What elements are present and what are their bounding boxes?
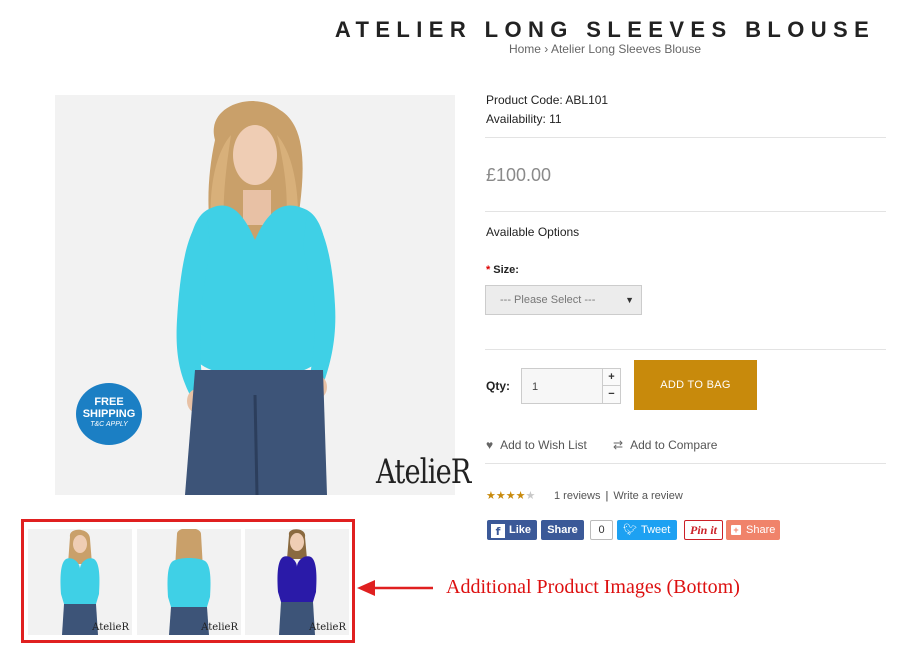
tweet-button[interactable]: 🐦︎ Tweet <box>617 520 677 540</box>
facebook-icon: f <box>491 524 505 538</box>
reviews-line: 1 reviews | Write a review <box>554 490 683 502</box>
size-label: * Size: <box>486 264 519 276</box>
thumbnail-3[interactable]: AtelieR <box>245 529 349 635</box>
reviews-separator: | <box>605 490 609 502</box>
thumbnail-brand: AtelieR <box>92 622 129 633</box>
star-icon: ★ <box>495 490 506 502</box>
thumbnail-brand: AtelieR <box>201 622 238 633</box>
facebook-share-count: 0 <box>590 520 613 540</box>
size-select-value: --- Please Select --- <box>500 294 596 306</box>
facebook-share-button[interactable]: Share <box>541 520 584 540</box>
divider <box>485 349 886 350</box>
thumbnail-1[interactable]: AtelieR <box>28 529 132 635</box>
size-label-text: Size: <box>493 264 519 276</box>
facebook-like-label: Like <box>509 524 532 536</box>
rating-stars: ★★★★★ <box>486 489 535 502</box>
product-price: £100.00 <box>486 165 552 185</box>
heart-icon: ♥ <box>486 438 494 452</box>
badge-line-2: SHIPPING <box>82 408 136 420</box>
divider <box>485 463 886 464</box>
tweet-label: Tweet <box>640 524 671 536</box>
page-title: ATELIER LONG SLEEVES BLOUSE <box>334 17 876 42</box>
required-marker: * <box>486 264 491 276</box>
add-to-bag-button[interactable]: ADD TO BAG <box>634 360 757 410</box>
qty-increment-button[interactable]: + <box>602 369 620 386</box>
add-to-compare-link[interactable]: ⇄ Add to Compare <box>613 438 717 452</box>
star-empty-icon: ★ <box>525 490 536 502</box>
thumbnail-shirt <box>167 558 211 607</box>
google-plus-icon: + <box>731 525 741 535</box>
badge-line-3: T&C APPLY <box>90 421 128 428</box>
brand-logo: AtelieR <box>376 452 471 492</box>
availability: Availability: 11 <box>486 112 562 126</box>
facebook-like-button[interactable]: f Like <box>487 520 537 540</box>
thumbnail-brand: AtelieR <box>309 622 346 633</box>
breadcrumb-separator: › <box>544 42 549 56</box>
annotation-arrow-icon <box>357 580 433 596</box>
breadcrumb: Home › Atelier Long Sleeves Blouse <box>300 42 910 56</box>
twitter-icon: 🐦︎ <box>623 524 637 536</box>
free-shipping-badge: FREE SHIPPING T&C APPLY <box>76 383 142 445</box>
google-plus-share-button[interactable]: + Share <box>726 520 780 540</box>
exchange-icon: ⇄ <box>613 438 624 452</box>
badge-line-1: FREE <box>94 396 124 408</box>
chevron-down-icon: ▼ <box>625 295 634 305</box>
thumbnail-2[interactable]: AtelieR <box>137 529 241 635</box>
thumbnail-shirt <box>277 556 317 602</box>
wish-list-label: Add to Wish List <box>500 438 587 452</box>
divider <box>485 211 886 212</box>
available-options-heading: Available Options <box>486 225 580 239</box>
compare-label: Add to Compare <box>630 438 718 452</box>
star-icon: ★ <box>486 490 496 502</box>
write-review-link[interactable]: Write a review <box>613 490 682 502</box>
size-select[interactable]: --- Please Select --- ▼ <box>485 285 642 315</box>
thumbnail-figure <box>60 529 100 635</box>
qty-decrement-button[interactable]: − <box>602 386 620 403</box>
star-icon: ★ <box>505 490 516 502</box>
thumbnail-shirt <box>60 558 100 604</box>
pin-it-button[interactable]: Pin it <box>684 520 723 540</box>
breadcrumb-current[interactable]: Atelier Long Sleeves Blouse <box>551 42 701 56</box>
add-to-wish-list-link[interactable]: ♥ Add to Wish List <box>486 438 587 452</box>
qty-label: Qty: <box>486 379 510 393</box>
google-plus-share-label: Share <box>746 524 776 536</box>
annotation-label: Additional Product Images (Bottom) <box>446 576 740 598</box>
breadcrumb-home-link[interactable]: Home <box>509 42 541 56</box>
divider <box>485 137 886 138</box>
thumbnail-figure <box>167 529 211 635</box>
thumbnail-figure <box>277 529 317 635</box>
reviews-link[interactable]: 1 reviews <box>554 490 600 502</box>
product-code: Product Code: ABL101 <box>486 93 609 107</box>
star-icon: ★ <box>515 490 526 502</box>
